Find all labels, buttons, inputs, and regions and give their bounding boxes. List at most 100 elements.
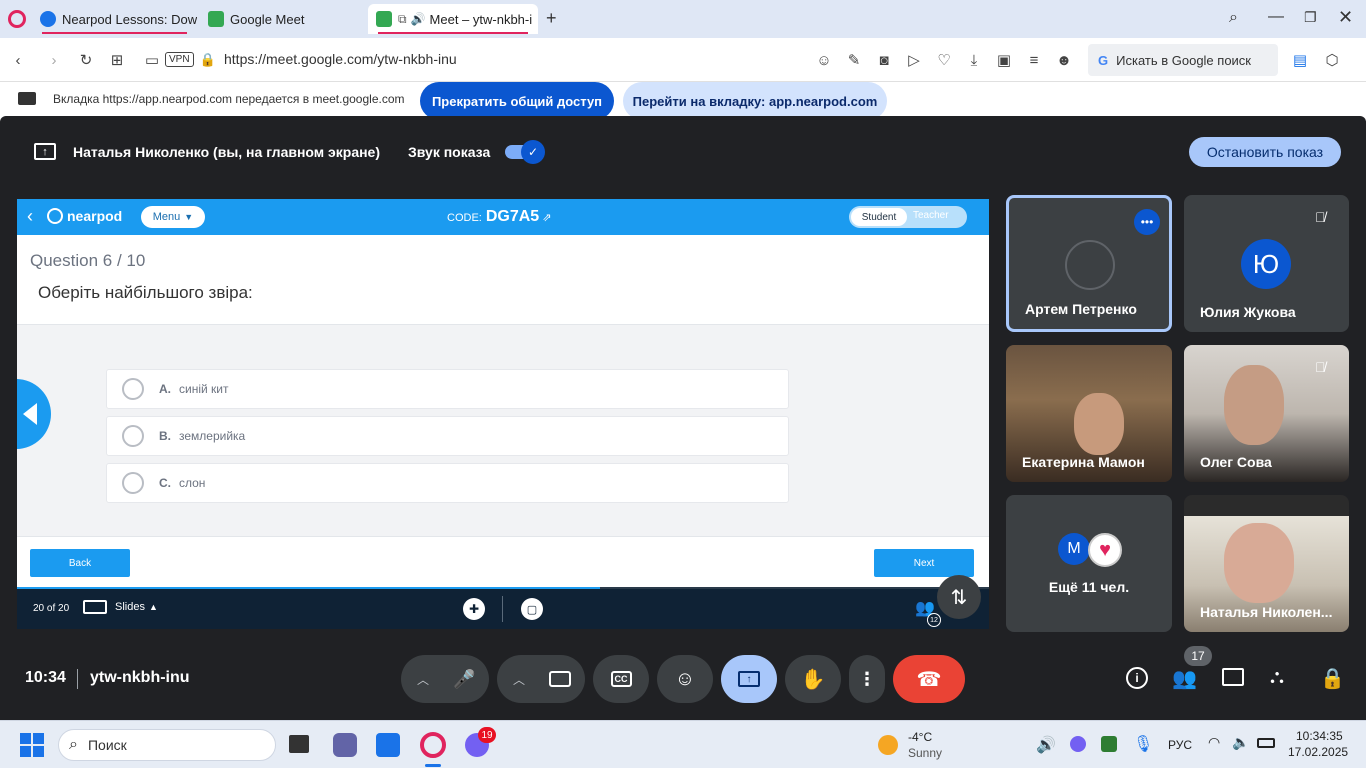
send-icon[interactable]: ▷ bbox=[904, 50, 924, 70]
tab-google-meet[interactable]: Google Meet bbox=[200, 4, 365, 34]
participant-tile[interactable]: Екатерина Мамон bbox=[1006, 345, 1172, 482]
goto-tab-button[interactable]: Перейти на вкладку: app.nearpod.com bbox=[623, 82, 887, 120]
download-icon[interactable]: ⤓ bbox=[964, 50, 984, 70]
language-indicator[interactable]: РУС bbox=[1168, 738, 1192, 752]
task-view-icon[interactable] bbox=[289, 735, 309, 753]
radio-button[interactable] bbox=[122, 425, 144, 447]
forward-icon[interactable]: › bbox=[44, 50, 64, 70]
meeting-info-icon[interactable]: i bbox=[1126, 667, 1148, 689]
student-option[interactable]: Student bbox=[851, 208, 907, 226]
back-button[interactable]: Back bbox=[30, 549, 130, 577]
snapshot-icon[interactable]: ▭ bbox=[142, 50, 162, 70]
google-search-box[interactable]: G Искать в Google поиск bbox=[1088, 44, 1278, 76]
share-message: Вкладка https://app.nearpod.com передает… bbox=[53, 92, 405, 106]
screen-icon[interactable]: ▣ bbox=[994, 50, 1014, 70]
store-icon[interactable] bbox=[376, 733, 400, 757]
minimize-icon[interactable]: — bbox=[1268, 8, 1284, 26]
clock-time[interactable]: 10:34:35 bbox=[1296, 729, 1343, 743]
stop-sharing-button[interactable]: Прекратить общий доступ bbox=[420, 82, 614, 120]
taskbar-search[interactable]: ⌕ Поиск bbox=[58, 729, 276, 761]
menu-lines-icon[interactable]: ≡ bbox=[1024, 50, 1044, 70]
opera-taskbar-icon[interactable] bbox=[420, 732, 446, 758]
participant-name: Олег Сова bbox=[1200, 454, 1272, 470]
url-text[interactable]: https://meet.google.com/ytw-nkbh-inu bbox=[224, 51, 457, 67]
emoji-icon[interactable]: ☺ bbox=[814, 50, 834, 70]
participant-tile[interactable]: 🎙̸ Олег Сова bbox=[1184, 345, 1349, 482]
restore-icon[interactable]: ❐ bbox=[1304, 9, 1317, 26]
reposition-arrows-button[interactable]: ⇅ bbox=[937, 575, 981, 619]
participant-tile[interactable]: ••• Артем Петренко bbox=[1006, 195, 1172, 332]
chat-icon[interactable] bbox=[1222, 668, 1244, 686]
answer-option-c[interactable]: C. слон bbox=[106, 463, 789, 503]
radio-button[interactable] bbox=[122, 378, 144, 400]
nearpod-back-chevron-icon[interactable]: ‹ bbox=[27, 206, 33, 227]
speed-dial-icon[interactable]: ⊞ bbox=[107, 50, 127, 70]
raise-hand-button[interactable]: ✋ bbox=[785, 655, 841, 703]
new-tab-icon[interactable]: + bbox=[546, 8, 557, 29]
host-controls-icon[interactable]: 🔒 bbox=[1320, 666, 1345, 691]
back-icon[interactable]: ‹ bbox=[8, 50, 28, 70]
profile-icon[interactable]: ☻ bbox=[1054, 50, 1074, 70]
participant-tile[interactable]: 🎙̸ Ю Юлия Жукова bbox=[1184, 195, 1349, 332]
mic-icon[interactable]: 🎤 bbox=[453, 669, 475, 690]
nearpod-favicon-icon bbox=[40, 11, 56, 27]
avatar bbox=[1065, 240, 1115, 290]
heart-icon[interactable]: ♡ bbox=[934, 50, 954, 70]
opera-logo-icon[interactable] bbox=[8, 10, 26, 28]
stop-presenting-button[interactable]: Остановить показ bbox=[1189, 137, 1341, 167]
weather-temp: -4°C bbox=[908, 730, 933, 744]
answer-option-a[interactable]: A. синій кит bbox=[106, 369, 789, 409]
tab-meet-active[interactable]: ⧉ 🔊 Meet – ytw-nkbh-i bbox=[368, 4, 538, 34]
puzzle-icon[interactable]: ✚ bbox=[463, 598, 485, 620]
camera-icon[interactable] bbox=[549, 671, 571, 687]
student-teacher-switch[interactable]: Student Teacher bbox=[849, 206, 967, 228]
people-icon[interactable]: 👥 bbox=[1172, 666, 1197, 691]
nearpod-logo: nearpod bbox=[47, 208, 122, 224]
reload-icon[interactable]: ↻ bbox=[76, 50, 96, 70]
vpn-badge[interactable]: VPN bbox=[165, 52, 194, 67]
captions-button[interactable]: CC bbox=[593, 655, 649, 703]
meet-favicon-icon bbox=[208, 11, 224, 27]
speaker-tray-icon[interactable]: 🔈 bbox=[1232, 734, 1249, 751]
external-link-icon[interactable]: ⇗ bbox=[542, 211, 551, 224]
close-icon[interactable]: ✕ bbox=[1338, 7, 1353, 28]
defender-tray-icon[interactable] bbox=[1101, 736, 1117, 752]
viber-tray-icon[interactable] bbox=[1070, 736, 1086, 752]
end-call-button[interactable]: ☎ bbox=[893, 655, 965, 703]
clock-date[interactable]: 17.02.2025 bbox=[1288, 745, 1348, 759]
mic-tray-icon[interactable]: 🎙 bbox=[1133, 734, 1153, 754]
next-button[interactable]: Next bbox=[874, 549, 974, 577]
sidebar-icon[interactable]: ▤ bbox=[1290, 50, 1310, 70]
search-tabs-icon[interactable]: ⌕ bbox=[1229, 9, 1238, 27]
presenting-bar: ↑ Наталья Николенко (вы, на главном экра… bbox=[17, 133, 1349, 170]
slides-toggle[interactable]: Slides ▲ bbox=[83, 600, 158, 614]
nearpod-menu-button[interactable]: Menu ▼ bbox=[141, 206, 205, 228]
board-icon[interactable]: ▢ bbox=[521, 598, 543, 620]
mic-off-icon: 🎙̸ bbox=[1315, 209, 1326, 225]
reactions-button[interactable]: ☺ bbox=[657, 655, 713, 703]
more-options-icon[interactable]: ••• bbox=[1134, 209, 1160, 235]
teacher-option[interactable]: Teacher bbox=[913, 210, 949, 221]
prev-slide-button[interactable] bbox=[17, 379, 51, 449]
battery-icon[interactable] bbox=[1257, 738, 1275, 748]
answer-option-b[interactable]: B. землерийка bbox=[106, 416, 789, 456]
teams-icon[interactable] bbox=[333, 733, 357, 757]
present-button[interactable]: ↑ bbox=[721, 655, 777, 703]
extensions-icon[interactable]: ⬡ bbox=[1322, 50, 1342, 70]
more-participants-tile[interactable]: М ♥ Ещё 11 чел. bbox=[1006, 495, 1172, 632]
wifi-icon[interactable]: ◠ bbox=[1208, 734, 1220, 751]
activities-icon[interactable]: ⛬ bbox=[1270, 666, 1284, 689]
camera-icon[interactable]: ◙ bbox=[874, 50, 894, 70]
tab-label: Nearpod Lessons: Downlo bbox=[62, 11, 197, 27]
meet-window: ↑ Наталья Николенко (вы, на главном экра… bbox=[0, 116, 1366, 720]
radio-button[interactable] bbox=[122, 472, 144, 494]
tab-nearpod[interactable]: Nearpod Lessons: Downlo bbox=[32, 4, 197, 34]
chevron-up-icon[interactable]: ︿ bbox=[417, 671, 429, 688]
more-options-button[interactable]: ⋮ bbox=[849, 655, 885, 703]
windows-start-icon[interactable] bbox=[20, 733, 44, 757]
edit-icon[interactable]: ✎ bbox=[844, 50, 864, 70]
sound-toggle[interactable]: ✓ bbox=[505, 140, 545, 164]
volume-tray-icon[interactable]: 🔊 bbox=[1036, 735, 1056, 755]
chevron-up-icon[interactable]: ︿ bbox=[513, 671, 525, 688]
participant-tile[interactable]: Наталья Николен... bbox=[1184, 495, 1349, 632]
